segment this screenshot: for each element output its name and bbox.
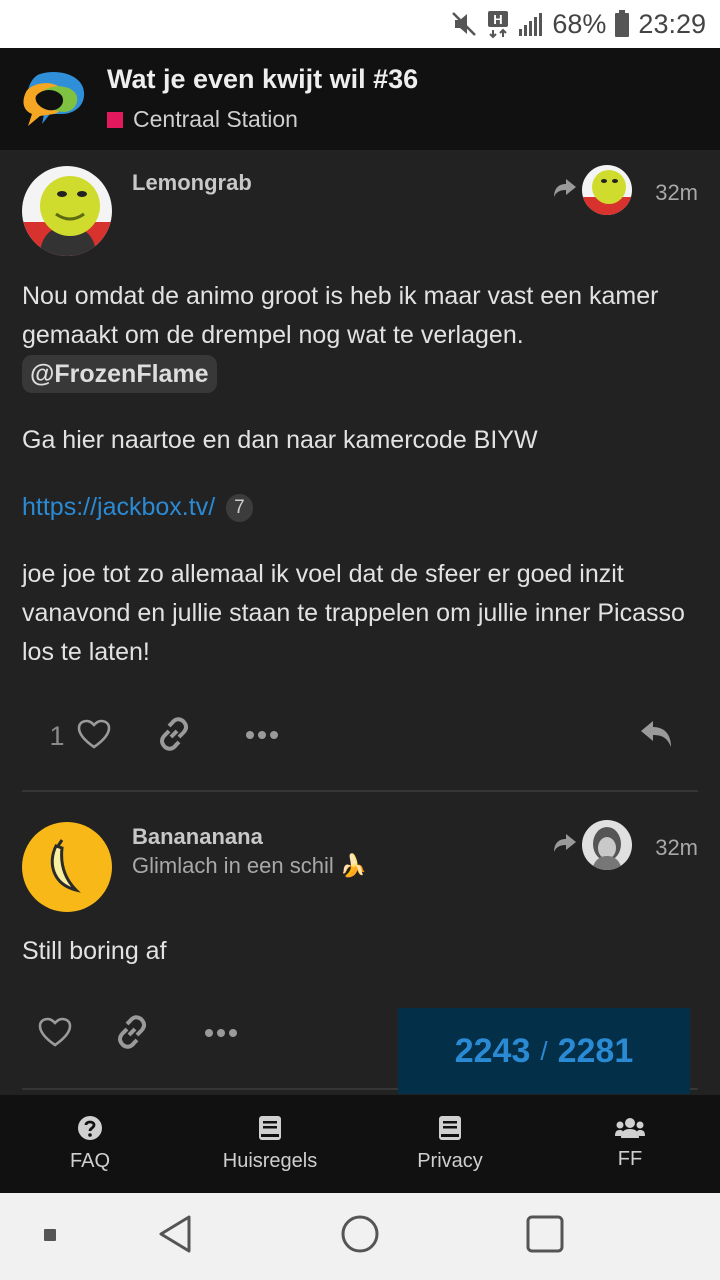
reply-arrow-icon xyxy=(552,832,578,859)
post-username[interactable]: Banananana xyxy=(132,824,263,850)
ellipsis-icon xyxy=(204,1025,238,1043)
footer-label: Huisregels xyxy=(222,1150,318,1172)
avatar[interactable] xyxy=(22,166,112,256)
like-button[interactable] xyxy=(30,1004,80,1064)
footer-item-ff[interactable]: FF xyxy=(540,1095,720,1193)
home-circle-icon xyxy=(340,1214,380,1259)
book-icon xyxy=(438,1115,462,1146)
reply-to-indicator[interactable] xyxy=(552,820,632,870)
heart-icon xyxy=(38,1017,72,1052)
user-title: Glimlach in een schil 🍌 xyxy=(132,853,368,878)
user-mention[interactable]: @FrozenFlame xyxy=(22,355,217,393)
signal-icon xyxy=(518,11,544,37)
svg-text:H: H xyxy=(494,12,503,27)
like-count: 1 xyxy=(49,720,65,751)
category-name: Centraal Station xyxy=(133,106,298,132)
progress-current: 2243 xyxy=(454,1031,531,1070)
share-link-button[interactable] xyxy=(146,706,202,766)
back-triangle-icon xyxy=(157,1214,193,1259)
hplus-network-icon: H xyxy=(486,9,510,39)
footer-item-faq[interactable]: FAQ xyxy=(0,1095,180,1193)
reply-to-avatar xyxy=(582,820,632,870)
jackbox-link[interactable]: https://jackbox.tv/ xyxy=(22,493,215,521)
battery-icon xyxy=(614,10,630,38)
link-icon xyxy=(115,1014,149,1054)
post-lemongrab: Lemongrab 32m Nou omdat de animo groot i… xyxy=(0,150,720,790)
footer-item-huisregels[interactable]: Huisregels xyxy=(180,1095,360,1193)
share-link-button[interactable] xyxy=(104,1004,160,1064)
post-paragraph: Ga hier naartoe en dan naar kamercode BI… xyxy=(22,426,538,454)
nav-dot-button[interactable] xyxy=(30,1193,70,1280)
more-options-button[interactable] xyxy=(234,706,290,766)
users-icon xyxy=(615,1117,645,1144)
square-dot-icon xyxy=(44,1228,56,1246)
battery-level: 68% xyxy=(552,8,607,39)
progress-separator: / xyxy=(540,1035,548,1066)
recents-square-icon xyxy=(526,1215,564,1258)
heart-icon xyxy=(77,719,111,754)
question-circle-icon xyxy=(77,1115,103,1146)
post-time[interactable]: 32m xyxy=(655,835,698,861)
more-options-button[interactable] xyxy=(193,1004,249,1064)
clock: 23:29 xyxy=(638,8,706,39)
category-badge[interactable]: Centraal Station xyxy=(107,106,298,133)
topic-title[interactable]: Wat je even kwijt wil #36 xyxy=(107,64,418,95)
post-paragraph: joe joe tot zo allemaal ik voel dat de s… xyxy=(22,560,685,666)
reply-button[interactable] xyxy=(626,706,686,766)
recents-button[interactable] xyxy=(515,1193,575,1280)
footer-label: FF xyxy=(617,1148,643,1170)
footer-nav: FAQ Huisregels Privacy FF xyxy=(0,1095,720,1193)
post-paragraph: Nou omdat de animo groot is heb ik maar … xyxy=(22,282,659,349)
reply-arrow-icon xyxy=(552,177,578,204)
link-icon xyxy=(157,716,191,756)
post-username[interactable]: Lemongrab xyxy=(132,170,252,196)
reply-icon xyxy=(639,719,673,754)
reply-to-indicator[interactable] xyxy=(552,165,632,215)
topic-progress-indicator[interactable]: 2243 / 2281 xyxy=(398,1008,690,1094)
footer-label: Privacy xyxy=(417,1150,483,1172)
post-time[interactable]: 32m xyxy=(655,180,698,206)
post-body: Nou omdat de animo groot is heb ik maar … xyxy=(22,277,702,394)
android-nav-bar xyxy=(0,1193,720,1280)
footer-label: FAQ xyxy=(69,1150,110,1172)
post-link-line: https://jackbox.tv/ 7 xyxy=(22,488,702,527)
reply-to-avatar xyxy=(582,165,632,215)
topic-header: Wat je even kwijt wil #36 Centraal Stati… xyxy=(0,48,720,150)
footer-item-privacy[interactable]: Privacy xyxy=(360,1095,540,1193)
home-button[interactable] xyxy=(330,1193,390,1280)
book-icon xyxy=(258,1115,282,1146)
back-button[interactable] xyxy=(145,1193,205,1280)
avatar[interactable] xyxy=(22,822,112,912)
status-bar: H 68% 23:29 xyxy=(0,0,720,48)
mute-icon xyxy=(450,10,478,38)
ellipsis-icon xyxy=(245,727,279,745)
progress-total: 2281 xyxy=(557,1031,634,1070)
post-actions: 1 xyxy=(0,706,720,766)
link-click-count: 7 xyxy=(226,494,253,523)
site-logo-icon[interactable] xyxy=(20,70,90,130)
like-button[interactable]: 1 xyxy=(30,706,130,766)
post-body: Still boring af xyxy=(22,937,167,965)
category-color-square xyxy=(107,111,123,128)
